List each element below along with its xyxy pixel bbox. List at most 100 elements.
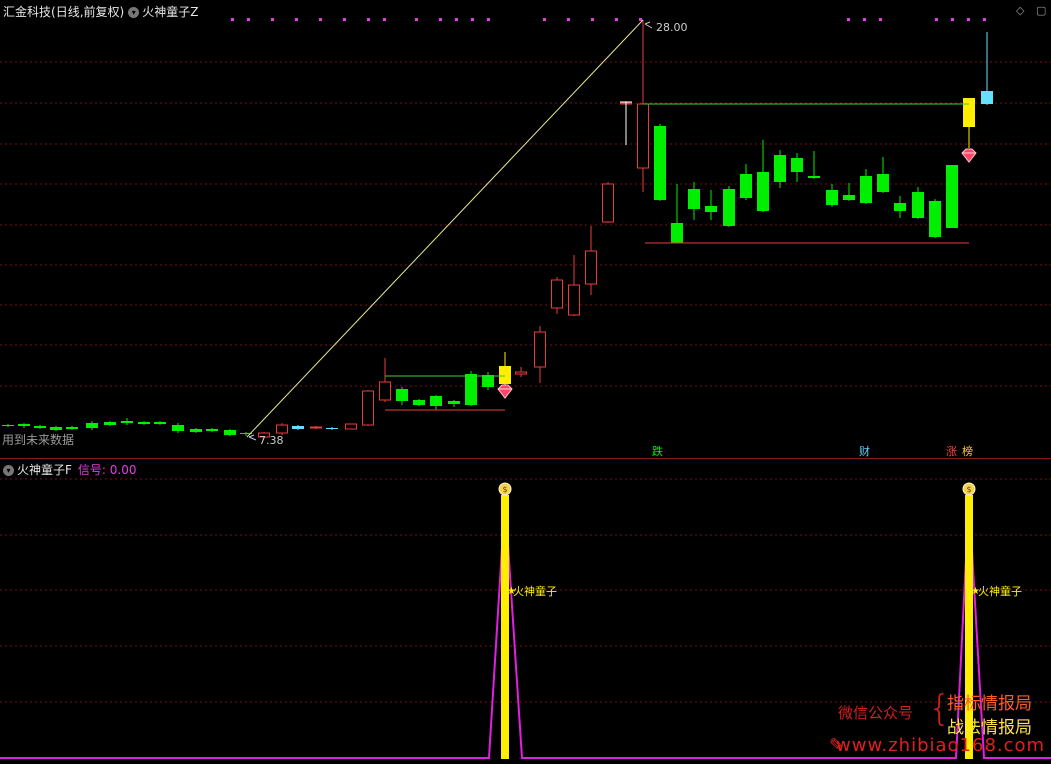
candle-body	[534, 331, 546, 368]
candle-body	[688, 189, 700, 209]
candle-body	[2, 425, 14, 426]
period-marker	[567, 18, 570, 21]
candle-body	[637, 103, 649, 169]
event-tag-finance[interactable]: 财	[859, 443, 870, 459]
signal-value: 信号: 0.00	[77, 463, 137, 477]
candle-body	[723, 189, 735, 226]
gem-icon	[497, 384, 513, 399]
maximize-icon[interactable]: ▢	[1036, 4, 1046, 17]
candle-body	[482, 375, 494, 387]
period-marker	[343, 18, 346, 21]
candle-body	[843, 195, 855, 200]
candle-body	[396, 389, 408, 401]
candle-body	[379, 381, 391, 401]
candle-body	[757, 172, 769, 211]
chevron-down-icon[interactable]: ▾	[3, 465, 14, 476]
trend-line	[246, 19, 644, 438]
diamond-icon[interactable]: ◇	[1016, 4, 1024, 17]
event-tag-drop[interactable]: 跌	[652, 443, 663, 459]
period-marker	[231, 18, 234, 21]
candle-body	[310, 426, 322, 429]
period-marker	[487, 18, 490, 21]
candle-body	[448, 401, 460, 404]
signal-marker-label-1: 火神童子	[513, 585, 557, 598]
candle-body	[326, 428, 338, 429]
event-tag-rank[interactable]: 榜	[962, 443, 973, 459]
indicator-panel[interactable]: $ $ ★ ★ ▾ 火神童子F 信号: 0.00 火神童子 火神童子 微信公众号 { 指标…	[0, 459, 1051, 764]
candle-body	[50, 427, 62, 430]
candle-body	[877, 174, 889, 192]
period-marker	[271, 18, 274, 21]
event-tag-rise[interactable]: 涨	[946, 443, 957, 459]
candle-body	[172, 425, 184, 431]
candle-body	[430, 396, 442, 406]
candle-body	[86, 423, 98, 428]
candle-body	[206, 429, 218, 431]
money-bag-symbol: $	[966, 485, 971, 494]
candle-body	[224, 430, 236, 435]
period-marker	[879, 18, 882, 21]
candle-body	[705, 206, 717, 212]
money-bag-symbol: $	[502, 485, 507, 494]
candle-body	[568, 284, 580, 316]
candle-body	[515, 371, 527, 375]
period-marker	[295, 18, 298, 21]
indicator-name[interactable]: 火神童子Z	[142, 5, 198, 19]
candle-body	[276, 424, 288, 434]
candle-body	[740, 174, 752, 198]
period-marker	[415, 18, 418, 21]
candle-body	[34, 426, 46, 428]
chart-legend: 汇金科技(日线,前复权) ▾ 火神童子Z	[3, 3, 198, 20]
candle-body	[894, 203, 906, 211]
period-marker	[847, 18, 850, 21]
candle-body	[585, 250, 597, 285]
period-marker	[439, 18, 442, 21]
candle-body	[946, 165, 958, 228]
candlestick-chart[interactable]	[0, 0, 1051, 458]
indicator-legend: ▾ 火神童子F 信号: 0.00	[3, 461, 136, 478]
period-marker	[615, 18, 618, 21]
watermark-wechat-label: 微信公众号	[838, 704, 914, 722]
candle-body	[791, 158, 803, 172]
period-marker	[543, 18, 546, 21]
candle-body	[551, 279, 563, 309]
period-marker	[863, 18, 866, 21]
stock-name: 汇金科技	[3, 5, 52, 19]
candle-body	[154, 422, 166, 424]
candle-body	[808, 176, 820, 178]
period-marker	[967, 18, 970, 21]
period-marker	[591, 18, 594, 21]
cursor-mark	[620, 101, 632, 145]
period-marker	[471, 18, 474, 21]
period-label: (日线,前复权)	[51, 5, 125, 19]
candle-body	[929, 201, 941, 237]
signal-bar	[501, 495, 509, 759]
candle-body	[121, 421, 133, 423]
low-arrow-icon	[248, 434, 257, 441]
candle-body	[66, 427, 78, 429]
watermark-account-1: 指标情报局	[947, 694, 1032, 714]
period-marker	[455, 18, 458, 21]
candle-body	[654, 126, 666, 200]
candle-body	[981, 91, 993, 104]
gem-icon	[961, 148, 977, 163]
main-chart-panel[interactable]: 汇金科技(日线,前复权) ▾ 火神童子Z ◇ ▢ 28.00 7.38 用到未来数据…	[0, 0, 1051, 458]
candle-body	[499, 366, 511, 384]
candle-body	[774, 155, 786, 182]
candle-body	[963, 98, 975, 127]
candle-body	[190, 429, 202, 432]
watermark-website: www.zhibiao168.com	[836, 735, 1046, 756]
candle-body	[138, 422, 150, 424]
candle-body	[413, 400, 425, 405]
indicator-name-sub[interactable]: 火神童子F	[17, 463, 72, 477]
period-marker	[247, 18, 250, 21]
high-price-label: 28.00	[656, 21, 688, 34]
period-marker	[319, 18, 322, 21]
period-marker	[935, 18, 938, 21]
chevron-down-icon[interactable]: ▾	[128, 7, 140, 18]
high-arrow-icon	[644, 21, 653, 29]
candle-body	[104, 422, 116, 425]
low-price-label: 7.38	[259, 434, 284, 447]
candle-body	[826, 190, 838, 205]
candle-body	[671, 223, 683, 243]
